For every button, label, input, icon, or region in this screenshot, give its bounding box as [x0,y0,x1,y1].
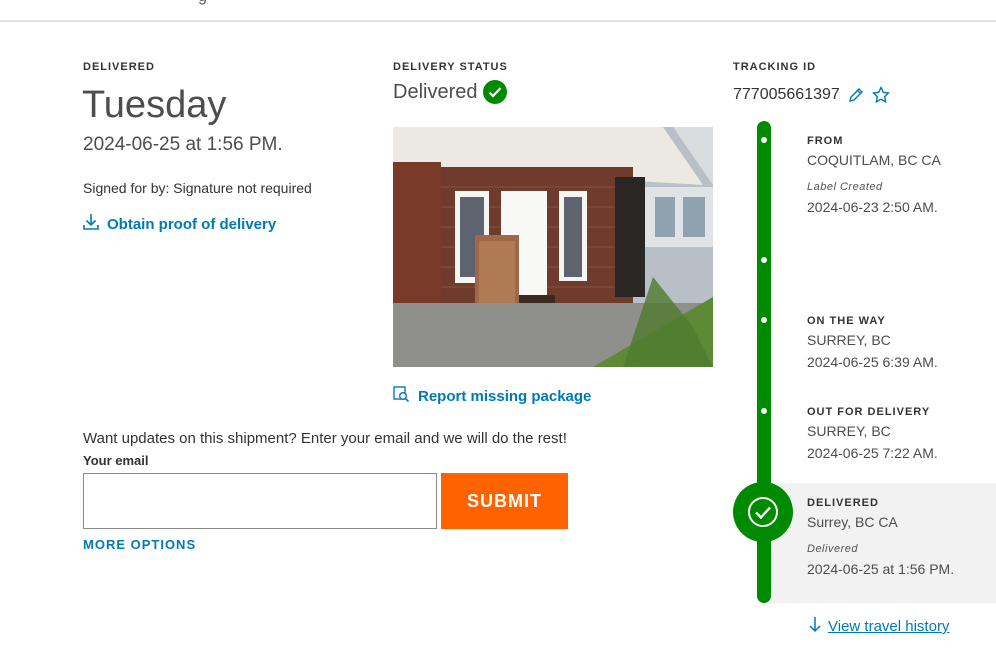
star-icon[interactable] [871,86,890,104]
event-label: FROM [807,135,844,147]
email-input[interactable] [83,473,437,529]
tracking-id-value: 777005661397 [733,86,840,103]
timeline-event-delivered: DELIVERED Surrey, BC CA Delivered 2024-0… [807,497,954,577]
event-time: 2024-06-23 2:50 AM. [807,199,938,215]
top-bar: g [0,0,996,22]
timeline-event-from: FROM COQUITLAM, BC CA Label Created 2024… [807,135,941,215]
event-location: COQUITLAM, BC CA [807,152,941,168]
arrow-down-icon [808,616,822,637]
submit-button[interactable]: SUBMIT [441,473,568,529]
delivered-heading: DELIVERED [83,61,155,73]
timeline-dot [761,137,767,143]
event-location: Surrey, BC CA [807,514,898,530]
delivery-status-heading: DELIVERY STATUS [393,61,508,73]
delivery-status: Delivered [393,80,508,104]
event-note: Delivered [807,543,858,555]
updates-prompt: Want updates on this shipment? Enter you… [83,430,567,447]
event-location: SURREY, BC [807,332,891,348]
timeline-dot [761,408,767,414]
more-options-link[interactable]: MORE OPTIONS [83,537,196,552]
pencil-icon[interactable] [848,87,864,103]
event-time: 2024-06-25 6:39 AM. [807,354,938,370]
event-note: Label Created [807,181,883,193]
search-package-icon [393,386,410,407]
report-missing-label: Report missing package [418,388,592,405]
tracking-id-row: 777005661397 [733,86,890,104]
header-partial-text: g [198,0,207,6]
view-travel-history-label: View travel history [828,618,950,635]
check-circle-icon [483,80,508,104]
timeline-dot [761,257,767,263]
tracking-id-heading: TRACKING ID [733,61,817,73]
delivered-check-icon [733,482,793,542]
event-label: ON THE WAY [807,315,886,327]
obtain-proof-link[interactable]: Obtain proof of delivery [83,213,276,235]
obtain-proof-label: Obtain proof of delivery [107,215,277,233]
delivery-day: Tuesday [82,84,227,126]
timeline-dot [761,317,767,323]
event-label: OUT FOR DELIVERY [807,406,931,418]
proof-of-delivery-photo [393,127,713,367]
event-time: 2024-06-25 7:22 AM. [807,445,938,461]
signed-for-text: Signed for by: Signature not required [83,180,312,196]
event-time: 2024-06-25 at 1:56 PM. [807,561,955,577]
email-label: Your email [83,453,149,468]
delivery-status-value: Delivered [393,80,478,103]
event-label: DELIVERED [807,497,879,509]
view-travel-history-link[interactable]: View travel history [808,616,949,637]
timeline-event-out-for-delivery: OUT FOR DELIVERY SURREY, BC 2024-06-25 7… [807,406,938,461]
download-icon [83,213,99,235]
delivery-datetime: 2024-06-25 at 1:56 PM. [83,134,283,155]
timeline-event-on-the-way: ON THE WAY SURREY, BC 2024-06-25 6:39 AM… [807,315,938,370]
event-location: SURREY, BC [807,423,891,439]
report-missing-link[interactable]: Report missing package [393,386,591,407]
